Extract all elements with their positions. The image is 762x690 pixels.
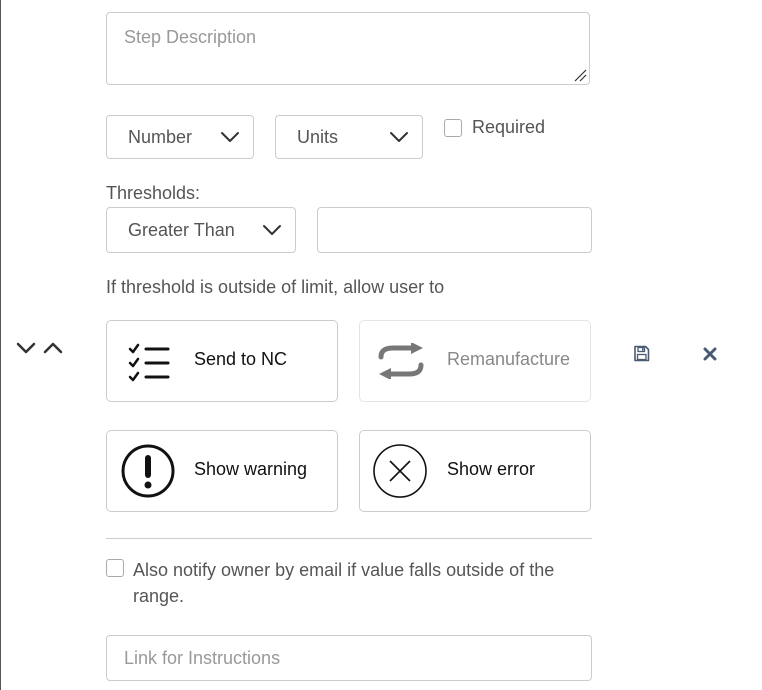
notify-owner-checkbox[interactable]: [106, 559, 124, 577]
threshold-operator-select[interactable]: Greater Than: [106, 207, 296, 253]
close-icon: [703, 347, 717, 361]
show-error-option[interactable]: Show error: [359, 430, 591, 512]
units-value: Units: [297, 126, 339, 147]
units-select[interactable]: Units: [275, 115, 423, 159]
notify-owner-label: Also notify owner by email if value fall…: [133, 560, 555, 606]
chevron-down-icon: [390, 132, 408, 142]
chevron-down-icon: [16, 342, 36, 354]
remove-step-button[interactable]: [703, 347, 717, 361]
instructions-link-input[interactable]: Link for Instructions: [106, 635, 592, 681]
show-warning-option[interactable]: Show warning: [106, 430, 338, 512]
instructions-link-placeholder: Link for Instructions: [124, 648, 281, 668]
threshold-operator-value: Greater Than: [128, 219, 235, 240]
save-button[interactable]: [633, 345, 650, 362]
checklist-icon: [128, 343, 170, 382]
repeat-arrows-icon: [378, 343, 424, 379]
measure-type-value: Number: [128, 126, 193, 147]
section-divider: [106, 538, 592, 539]
left-border: [0, 0, 1, 690]
remanufacture-label: Remanufacture: [447, 349, 571, 369]
chevron-up-icon: [43, 342, 63, 354]
resize-grip-icon[interactable]: [573, 68, 587, 82]
measure-type-select[interactable]: Number: [106, 115, 254, 159]
step-description-placeholder: Step Description: [124, 27, 257, 47]
x-circle-icon: [373, 444, 427, 498]
thresholds-label: Thresholds:: [106, 183, 201, 203]
show-warning-label: Show warning: [194, 459, 308, 479]
threshold-value-input[interactable]: [317, 207, 592, 253]
remanufacture-option[interactable]: Remanufacture: [359, 320, 591, 402]
required-checkbox[interactable]: [444, 119, 462, 137]
outside-limit-prompt: If threshold is outside of limit, allow …: [106, 277, 445, 297]
move-down-button[interactable]: [15, 340, 37, 356]
move-up-button[interactable]: [42, 340, 64, 356]
step-description-field[interactable]: Step Description: [106, 12, 590, 85]
chevron-down-icon: [263, 225, 281, 235]
send-to-nc-option[interactable]: Send to NC: [106, 320, 338, 402]
chevron-down-icon: [221, 132, 239, 142]
send-to-nc-label: Send to NC: [194, 349, 288, 369]
required-label: Required: [472, 117, 546, 137]
show-error-label: Show error: [447, 459, 536, 479]
save-icon: [634, 345, 650, 362]
exclamation-circle-icon: [121, 444, 175, 498]
